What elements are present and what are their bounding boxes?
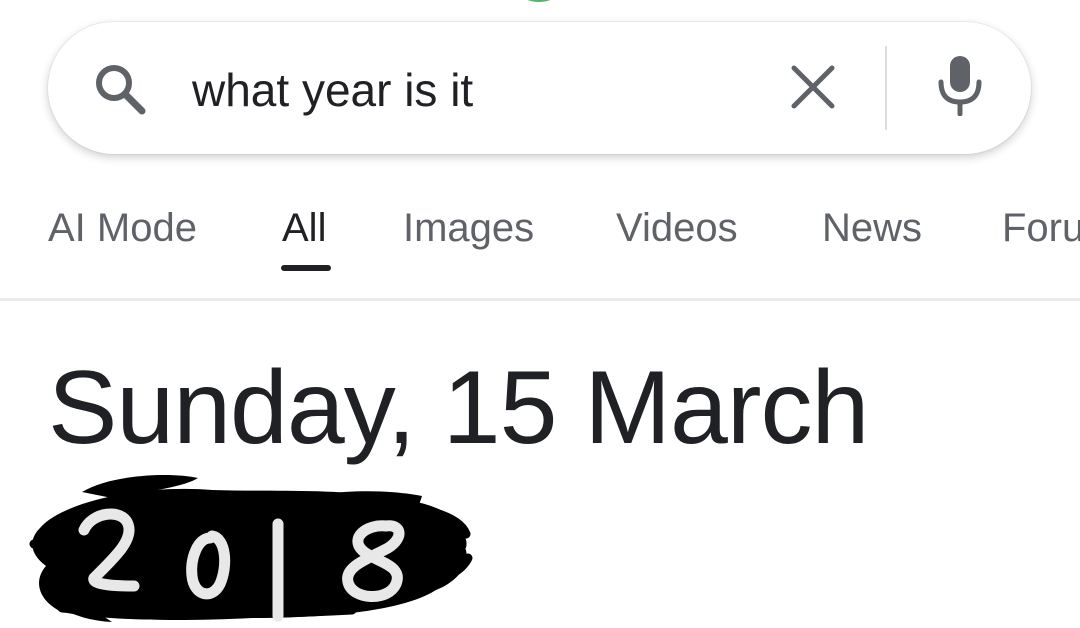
top-accent-arc (524, 0, 554, 2)
search-icon[interactable] (90, 58, 150, 118)
tab-all[interactable]: All (282, 204, 326, 252)
clear-search-button[interactable] (782, 58, 844, 120)
close-icon (790, 64, 836, 115)
tabs-divider (0, 298, 1080, 301)
active-tab-indicator (281, 265, 331, 271)
voice-search-button[interactable] (930, 55, 990, 119)
search-bar-divider (885, 46, 887, 130)
date-answer: Sunday, 15 March (48, 350, 869, 466)
handwritten-year-scribble (22, 462, 482, 623)
tab-images[interactable]: Images (403, 204, 534, 252)
search-tabs: AI Mode All Images Videos News Foru (0, 196, 1080, 300)
tab-videos[interactable]: Videos (616, 204, 738, 252)
tab-forums[interactable]: Foru (1002, 204, 1080, 252)
microphone-icon (936, 54, 984, 121)
tab-ai-mode[interactable]: AI Mode (48, 204, 197, 252)
tab-news[interactable]: News (822, 204, 922, 252)
search-input[interactable]: what year is it (192, 62, 473, 118)
